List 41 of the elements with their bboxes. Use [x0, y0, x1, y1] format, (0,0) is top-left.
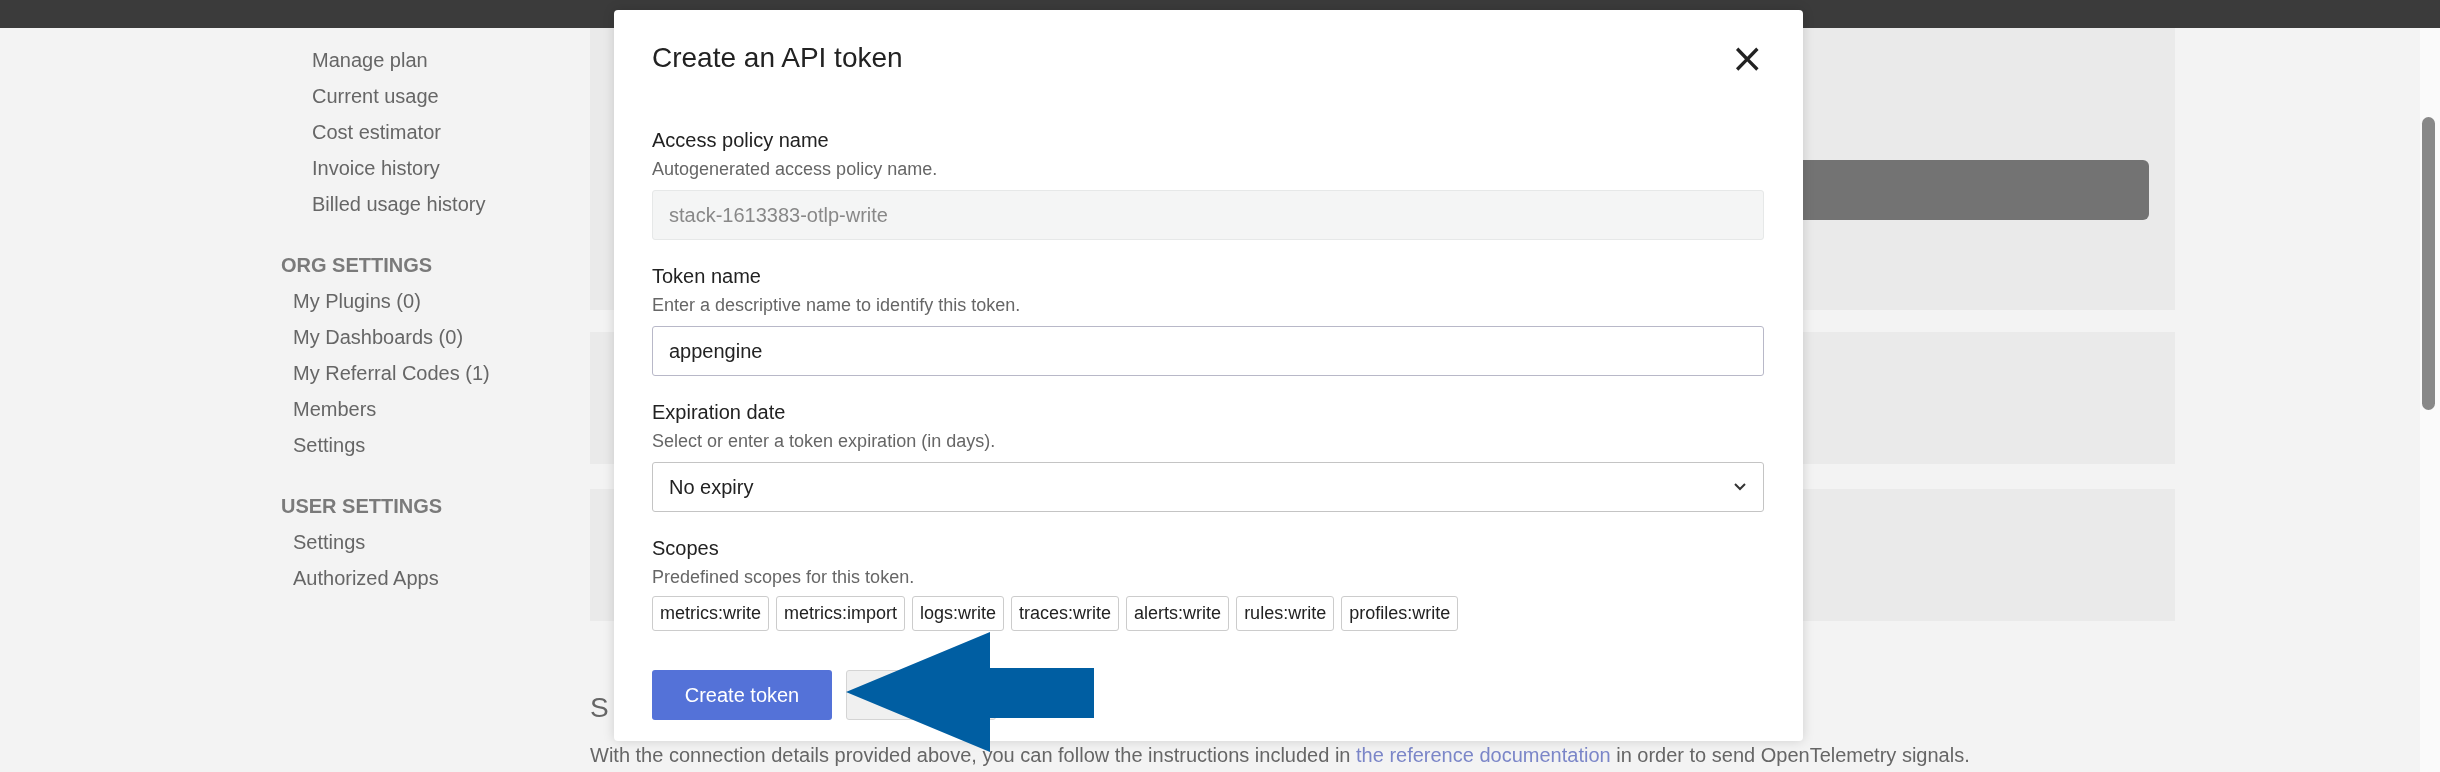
- sidebar-link[interactable]: Members: [281, 391, 590, 427]
- input-field[interactable]: appengine: [652, 326, 1764, 376]
- scope-tag: logs:write: [912, 596, 1005, 631]
- paragraph: With the connection details provided above, you can follow the instructions included in the reference documentation in order to send OpenTelemetry signals.: [590, 743, 1970, 767]
- scrollbar[interactable]: [2420, 28, 2440, 772]
- close-button[interactable]: ×: [1730, 41, 1764, 75]
- field-label: Token name: [652, 264, 761, 288]
- sidebar-link[interactable]: My Referral Codes (1): [281, 355, 590, 391]
- sidebar-link[interactable]: Settings: [281, 524, 590, 560]
- field-label: Access policy name: [652, 128, 829, 152]
- field-hint: Predefined scopes for this token.: [652, 566, 915, 589]
- sidebar-link[interactable]: Invoice history: [281, 150, 590, 186]
- sidebar-link[interactable]: My Plugins (0): [281, 283, 590, 319]
- chevron-down-icon: [1733, 482, 1747, 492]
- field-label: Expiration date: [652, 400, 786, 424]
- sidebar-link[interactable]: My Dashboards (0): [281, 319, 590, 355]
- section-title: S: [590, 691, 609, 725]
- section-heading: ORG SETTINGS: [281, 253, 434, 278]
- sidebar-link[interactable]: Billed usage history: [281, 186, 590, 222]
- scrollbar-thumb[interactable]: [2422, 117, 2435, 410]
- sidebar-link[interactable]: Manage plan: [281, 42, 590, 78]
- sidebar-link[interactable]: Cost estimator: [281, 114, 590, 150]
- scope-tag: metrics:import: [776, 596, 906, 631]
- field-hint: Enter a descriptive name to identify this token.: [652, 294, 1021, 317]
- field-hint: Select or enter a token expiration (in days).: [652, 430, 996, 453]
- dropdown[interactable]: No expiry: [652, 462, 1764, 512]
- scope-tag: metrics:write: [652, 596, 769, 631]
- field-label: Scopes: [652, 536, 719, 560]
- sidebar-link[interactable]: Current usage: [281, 78, 590, 114]
- readonly-field[interactable]: stack-1613383-otlp-write: [652, 190, 1764, 240]
- section-heading: USER SETTINGS: [281, 494, 444, 519]
- sidebar-link[interactable]: Settings: [281, 427, 590, 463]
- scope-tag: traces:write: [1011, 596, 1120, 631]
- field-hint: Autogenerated access policy name.: [652, 158, 938, 181]
- dialog-title: Create an API token: [652, 42, 903, 74]
- create-button[interactable]: Create token: [652, 670, 832, 720]
- scope-tag: rules:write: [1236, 596, 1335, 631]
- documentation-link[interactable]: the reference documentation: [1356, 744, 1611, 766]
- scope-tag: profiles:write: [1341, 596, 1459, 631]
- scope-tag: alerts:write: [1126, 596, 1230, 631]
- sidebar-link[interactable]: Authorized Apps: [281, 560, 590, 596]
